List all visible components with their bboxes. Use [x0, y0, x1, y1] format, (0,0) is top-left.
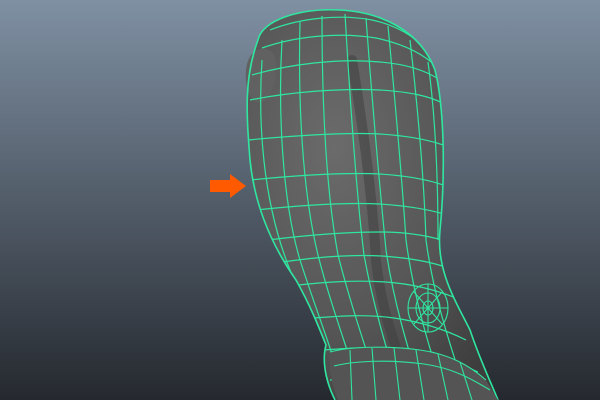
- viewport-canvas[interactable]: [0, 0, 600, 400]
- 3d-viewport[interactable]: [0, 0, 600, 400]
- mesh-detail-circle: [407, 283, 449, 333]
